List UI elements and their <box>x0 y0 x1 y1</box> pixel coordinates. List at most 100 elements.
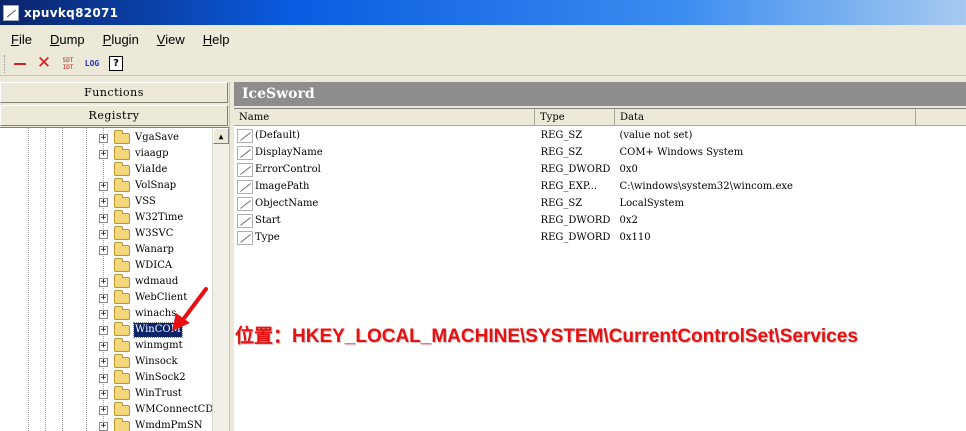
value-row[interactable]: ImagePath REG_EXP... C:\windows\system32\w… <box>234 178 934 195</box>
folder-icon <box>114 354 130 368</box>
tree-item[interactable]: + WmdmPmSN <box>0 418 212 431</box>
expand-icon[interactable]: + <box>99 326 108 335</box>
minimize-tool-button[interactable] <box>9 54 31 74</box>
tree-item[interactable]: + W3SVC <box>0 226 212 242</box>
tree-item[interactable]: + WinTrust <box>0 386 212 402</box>
menu-bar: File Dump Plugin View Help <box>0 28 237 50</box>
value-row[interactable]: Type REG_DWORD 0x110 <box>234 229 934 246</box>
column-header-type[interactable]: Type <box>535 109 615 126</box>
tree-item-label: W3SVC <box>135 228 174 239</box>
tree-item[interactable]: + WMConnectCDS <box>0 402 220 418</box>
expand-icon[interactable]: + <box>99 134 108 143</box>
close-icon: ✕ <box>36 53 52 73</box>
tree-item[interactable]: + viaagp <box>0 146 212 162</box>
pane-title: IceSword <box>234 82 966 106</box>
registry-value-icon <box>237 196 253 211</box>
sdt-tool-button[interactable]: SDT IDT <box>57 54 79 74</box>
registry-tree[interactable]: + VgaSave + viaagp ViaIde + VolSnap + VSS + W32Tim… <box>0 127 229 431</box>
expand-icon[interactable]: + <box>99 150 108 159</box>
close-tool-button[interactable]: ✕ <box>33 54 55 74</box>
functions-button[interactable]: Functions <box>0 82 228 103</box>
value-name: ObjectName <box>255 198 319 209</box>
expand-icon[interactable]: + <box>99 422 108 431</box>
value-type: REG_DWORD <box>540 215 611 226</box>
window-title: xpuvkq82071 <box>24 5 119 20</box>
value-row[interactable]: Start REG_DWORD 0x2 <box>234 212 934 229</box>
tree-item-label: WMConnectCDS <box>135 404 221 415</box>
tree-item[interactable]: + VgaSave <box>0 130 212 146</box>
expand-icon[interactable]: + <box>99 342 108 351</box>
value-data: 0x0 <box>619 164 638 175</box>
folder-icon <box>114 258 130 272</box>
tree-item-label: WmdmPmSN <box>135 420 203 431</box>
tree-item[interactable]: + VolSnap <box>0 178 212 194</box>
folder-icon <box>114 370 130 384</box>
folder-icon <box>114 338 130 352</box>
expand-icon[interactable]: + <box>99 230 108 239</box>
column-header-name[interactable]: Name <box>234 109 535 126</box>
folder-icon <box>114 290 130 304</box>
tree-item-label: WinTrust <box>135 388 182 399</box>
tree-item[interactable]: + WinSock2 <box>0 370 212 386</box>
scroll-up-button[interactable]: ▲ <box>213 128 229 144</box>
menu-dump[interactable]: Dump <box>39 32 92 47</box>
value-row[interactable]: (Default) REG_SZ (value not set) <box>234 127 934 144</box>
expand-icon[interactable]: + <box>99 198 108 207</box>
menu-help[interactable]: Help <box>192 32 237 47</box>
value-name: ImagePath <box>255 181 310 192</box>
left-pane: Functions Registry + VgaSave + viaagp ViaIde… <box>0 82 229 431</box>
menu-plugin[interactable]: Plugin <box>92 32 146 47</box>
folder-icon <box>114 274 130 288</box>
value-data: (value not set) <box>619 130 693 141</box>
expand-icon[interactable]: + <box>99 358 108 367</box>
folder-icon <box>114 146 130 160</box>
column-header-data[interactable]: Data <box>615 109 916 126</box>
value-name: Start <box>255 215 281 226</box>
tree-item-label: VolSnap <box>135 180 177 191</box>
tree-item[interactable]: ViaIde <box>0 162 212 178</box>
log-tool-button[interactable]: LOG <box>81 54 103 74</box>
expand-icon[interactable]: + <box>99 310 108 319</box>
folder-icon <box>114 194 130 208</box>
value-row[interactable]: DisplayName REG_SZ COM+ Windows System <box>234 144 934 161</box>
folder-icon <box>114 418 130 431</box>
tree-item-label: Winsock <box>135 356 178 367</box>
registry-value-icon <box>237 179 253 194</box>
tree-item[interactable]: + Winsock <box>0 354 212 370</box>
tree-item[interactable]: + Wanarp <box>0 242 212 258</box>
expand-icon[interactable]: + <box>99 390 108 399</box>
expand-icon[interactable]: + <box>99 182 108 191</box>
tree-item[interactable]: WDICA <box>0 258 212 274</box>
value-name: ErrorControl <box>255 164 321 175</box>
tree-scrollbar[interactable]: ▲ <box>212 128 229 431</box>
expand-icon[interactable]: + <box>99 214 108 223</box>
value-data: C:\windows\system32\wincom.exe <box>619 181 793 192</box>
menu-view[interactable]: View <box>146 32 192 47</box>
tree-item[interactable]: + winmgmt <box>0 338 212 354</box>
folder-icon <box>114 386 130 400</box>
expand-icon[interactable]: + <box>99 406 108 415</box>
tree-item-label: W32Time <box>135 212 184 223</box>
tree-item[interactable]: + W32Time <box>0 210 212 226</box>
tree-item[interactable]: + VSS <box>0 194 212 210</box>
value-type: REG_DWORD <box>540 232 611 243</box>
registry-button[interactable]: Registry <box>0 105 228 126</box>
expand-icon[interactable]: + <box>99 294 108 303</box>
minus-icon <box>14 62 26 65</box>
column-headers: Name Type Data <box>234 109 966 126</box>
right-pane: IceSword Name Type Data (Default) REG_SZ(… <box>234 82 966 431</box>
sdt-icon: SDT IDT <box>62 56 74 71</box>
folder-icon <box>114 306 130 320</box>
expand-icon[interactable]: + <box>99 278 108 287</box>
expand-icon[interactable]: + <box>99 246 108 255</box>
value-row[interactable]: ObjectName REG_SZ LocalSystem <box>234 195 934 212</box>
help-icon: ? <box>109 56 123 71</box>
expand-icon[interactable]: + <box>99 374 108 383</box>
tree-item-label: VgaSave <box>135 132 179 143</box>
tree-item-label: ViaIde <box>135 164 168 175</box>
value-row[interactable]: ErrorControl REG_DWORD 0x0 <box>234 161 934 178</box>
log-icon: LOG <box>84 59 100 68</box>
help-tool-button[interactable]: ? <box>105 54 127 74</box>
menu-file[interactable]: File <box>0 32 39 47</box>
tree-item-label: WinSock2 <box>135 372 186 383</box>
